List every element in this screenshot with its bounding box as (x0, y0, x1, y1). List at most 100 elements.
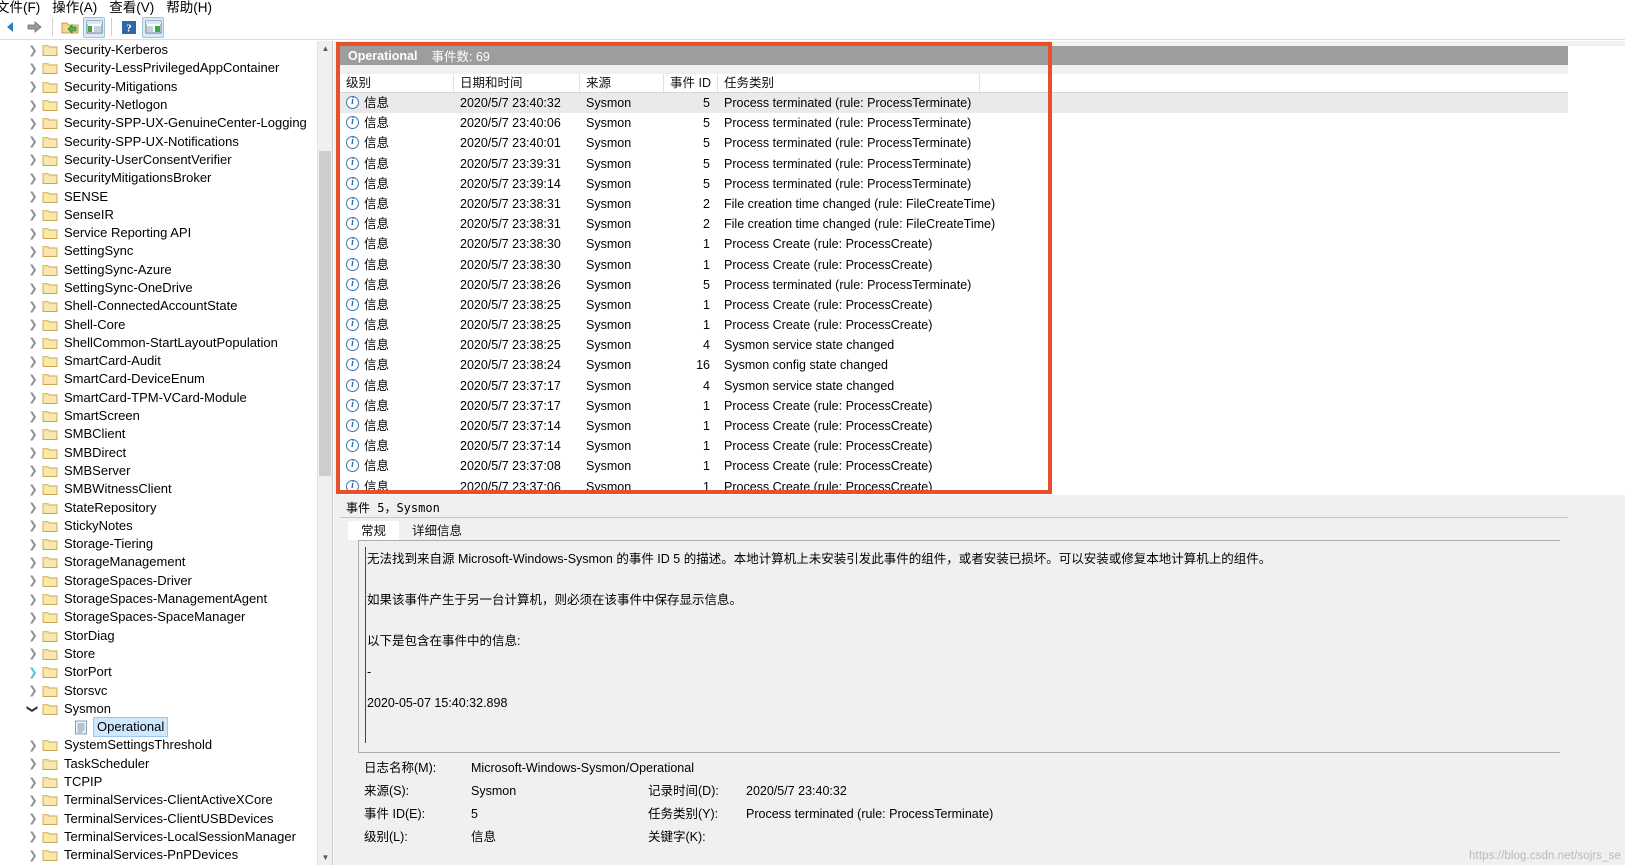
event-row[interactable]: 信息 2020/5/7 23:38:25 Sysmon 1 Process Create… (340, 315, 1568, 335)
tree-item-smartcard-tpm-vcard-module[interactable]: ❯ SmartCard-TPM-VCard-Module (0, 389, 332, 407)
back-arrow-icon[interactable] (0, 17, 22, 38)
event-row[interactable]: 信息 2020/5/7 23:38:24 Sysmon 16 Sysmon config… (340, 355, 1568, 375)
chevron-right-icon[interactable]: ❯ (26, 647, 40, 661)
tab-general[interactable]: 常规 (348, 521, 400, 540)
tree-item-shell-connectedaccountstate[interactable]: ❯ Shell-ConnectedAccountState (0, 297, 332, 315)
chevron-right-icon[interactable]: ❯ (26, 153, 40, 167)
chevron-right-icon[interactable]: ❯ (26, 501, 40, 515)
chevron-right-icon[interactable]: ❯ (26, 738, 40, 752)
event-row[interactable]: 信息 2020/5/7 23:38:25 Sysmon 4 Sysmon service… (340, 335, 1568, 355)
navigation-tree-pane[interactable]: ❯ Security-Kerberos ❯ Security-LessPrivileg… (0, 41, 333, 865)
column-header-4[interactable]: 任务类别 (718, 74, 980, 93)
event-row[interactable]: 信息 2020/5/7 23:37:17 Sysmon 4 Sysmon service… (340, 376, 1568, 396)
chevron-right-icon[interactable]: ❯ (26, 537, 40, 551)
tree-item-terminalservices-clientusbdevices[interactable]: ❯ TerminalServices-ClientUSBDevices (0, 809, 332, 827)
event-row[interactable]: 信息 2020/5/7 23:39:31 Sysmon 5 Process termin… (340, 154, 1568, 174)
chevron-right-icon[interactable]: ❯ (26, 555, 40, 569)
chevron-right-icon[interactable]: ❯ (26, 299, 40, 313)
tree-item-storage-tiering[interactable]: ❯ Storage-Tiering (0, 535, 332, 553)
tree-item-security-spp-ux-genuinecenter-logging[interactable]: ❯ Security-SPP-UX-GenuineCenter-Logging (0, 114, 332, 132)
tree-item-service-reporting-api[interactable]: ❯ Service Reporting API (0, 224, 332, 242)
tree-item-settingsync-onedrive[interactable]: ❯ SettingSync-OneDrive (0, 279, 332, 297)
tree-item-smartscreen[interactable]: ❯ SmartScreen (0, 407, 332, 425)
event-row[interactable]: 信息 2020/5/7 23:40:32 Sysmon 5 Process termin… (340, 93, 1568, 114)
tree-item-terminalservices-pnpdevices[interactable]: ❯ TerminalServices-PnPDevices (0, 846, 332, 864)
chevron-right-icon[interactable]: ❯ (26, 372, 40, 386)
tree-item-staterepository[interactable]: ❯ StateRepository (0, 498, 332, 516)
tree-item-storagemanagement[interactable]: ❯ StorageManagement (0, 553, 332, 571)
tree-item-smbserver[interactable]: ❯ SMBServer (0, 462, 332, 480)
help-question-icon[interactable]: ? (118, 17, 140, 38)
chevron-right-icon[interactable]: ❯ (26, 592, 40, 606)
chevron-right-icon[interactable]: ❯ (26, 482, 40, 496)
tree-scroll-up-icon[interactable]: ▲ (318, 41, 332, 56)
chevron-right-icon[interactable]: ❯ (26, 226, 40, 240)
chevron-right-icon[interactable]: ❯ (26, 43, 40, 57)
chevron-right-icon[interactable]: ❯ (26, 684, 40, 698)
tree-scrollbar-thumb[interactable] (319, 151, 331, 476)
column-header-1[interactable]: 日期和时间 (454, 74, 580, 93)
menu-item-view[interactable]: 查看(V) (109, 0, 166, 15)
chevron-right-icon[interactable]: ❯ (26, 812, 40, 826)
tree-item-shellcommon-startlayoutpopulation[interactable]: ❯ ShellCommon-StartLayoutPopulation (0, 334, 332, 352)
chevron-right-icon[interactable]: ❯ (26, 61, 40, 75)
tree-item-taskscheduler[interactable]: ❯ TaskScheduler (0, 755, 332, 773)
chevron-right-icon[interactable]: ❯ (26, 427, 40, 441)
chevron-right-icon[interactable]: ❯ (26, 409, 40, 423)
tree-item-smartcard-deviceenum[interactable]: ❯ SmartCard-DeviceEnum (0, 370, 332, 388)
event-row[interactable]: 信息 2020/5/7 23:40:01 Sysmon 5 Process termin… (340, 133, 1568, 153)
tree-item-security-mitigations[interactable]: ❯ Security-Mitigations (0, 78, 332, 96)
tree-item-storagespaces-managementagent[interactable]: ❯ StorageSpaces-ManagementAgent (0, 590, 332, 608)
tree-item-storagespaces-spacemanager[interactable]: ❯ StorageSpaces-SpaceManager (0, 608, 332, 626)
event-row[interactable]: 信息 2020/5/7 23:37:08 Sysmon 1 Process Create… (340, 456, 1568, 476)
tree-item-stickynotes[interactable]: ❯ StickyNotes (0, 517, 332, 535)
event-row[interactable]: 信息 2020/5/7 23:39:14 Sysmon 5 Process termin… (340, 174, 1568, 194)
tree-item-security-lessprivilegedappcontainer[interactable]: ❯ Security-LessPrivilegedAppContainer (0, 59, 332, 77)
chevron-right-icon[interactable]: ❯ (26, 135, 40, 149)
chevron-right-icon[interactable]: ❯ (26, 80, 40, 94)
tree-item-shell-core[interactable]: ❯ Shell-Core (0, 315, 332, 333)
tree-scroll-down-icon[interactable]: ▼ (318, 850, 332, 865)
tree-item-smbwitnessclient[interactable]: ❯ SMBWitnessClient (0, 480, 332, 498)
tree-item-securitymitigationsbroker[interactable]: ❯ SecurityMitigationsBroker (0, 169, 332, 187)
chevron-right-icon[interactable]: ❯ (26, 775, 40, 789)
tree-item-stordiag[interactable]: ❯ StorDiag (0, 627, 332, 645)
event-row[interactable]: 信息 2020/5/7 23:37:17 Sysmon 1 Process Create… (340, 396, 1568, 416)
tree-item-security-kerberos[interactable]: ❯ Security-Kerberos (0, 41, 332, 59)
chevron-right-icon[interactable]: ❯ (26, 208, 40, 222)
chevron-right-icon[interactable]: ❯ (26, 281, 40, 295)
chevron-right-icon[interactable]: ❯ (26, 848, 40, 862)
tab-details[interactable]: 详细信息 (399, 521, 476, 540)
chevron-right-icon[interactable]: ❯ (26, 629, 40, 643)
event-row[interactable]: 信息 2020/5/7 23:37:14 Sysmon 1 Process Create… (340, 416, 1568, 436)
event-row[interactable]: 信息 2020/5/7 23:37:14 Sysmon 1 Process Create… (340, 436, 1568, 456)
chevron-right-icon[interactable]: ❯ (26, 464, 40, 478)
event-row[interactable]: 信息 2020/5/7 23:40:06 Sysmon 5 Process termin… (340, 113, 1568, 133)
event-row[interactable]: 信息 2020/5/7 23:38:25 Sysmon 1 Process Create… (340, 295, 1568, 315)
tree-item-terminalservices-clientactivexcore[interactable]: ❯ TerminalServices-ClientActiveXCore (0, 791, 332, 809)
show-pane-icon[interactable] (83, 16, 105, 38)
open-folder-icon[interactable] (59, 17, 81, 38)
forward-arrow-icon[interactable] (24, 17, 46, 38)
menu-item-help[interactable]: 帮助(H) (166, 0, 224, 15)
menu-item-file[interactable]: 文件(F) (0, 0, 52, 15)
tree-item-smbdirect[interactable]: ❯ SMBDirect (0, 444, 332, 462)
tree-item-systemsettingsthreshold[interactable]: ❯ SystemSettingsThreshold (0, 736, 332, 754)
chevron-right-icon[interactable]: ❯ (26, 354, 40, 368)
chevron-right-icon[interactable]: ❯ (26, 190, 40, 204)
event-list-column-headers[interactable]: 级别 日期和时间 来源 事件 ID 任务类别 (340, 74, 1568, 93)
chevron-right-icon[interactable]: ❯ (26, 244, 40, 258)
menu-item-action[interactable]: 操作(A) (52, 0, 109, 15)
tree-item-store[interactable]: ❯ Store (0, 645, 332, 663)
tree-item-settingsync[interactable]: ❯ SettingSync (0, 242, 332, 260)
tree-item-security-userconsentverifier[interactable]: ❯ Security-UserConsentVerifier (0, 151, 332, 169)
chevron-right-icon[interactable]: ❯ (26, 171, 40, 185)
tree-item-smartcard-audit[interactable]: ❯ SmartCard-Audit (0, 352, 332, 370)
event-row[interactable]: 信息 2020/5/7 23:38:30 Sysmon 1 Process Create… (340, 255, 1568, 275)
column-header-0[interactable]: 级别 (340, 74, 454, 93)
tree-item-security-spp-ux-notifications[interactable]: ❯ Security-SPP-UX-Notifications (0, 132, 332, 150)
chevron-down-icon[interactable]: ❯ (26, 702, 40, 716)
chevron-right-icon[interactable]: ❯ (26, 391, 40, 405)
chevron-right-icon[interactable]: ❯ (26, 757, 40, 771)
tree-item-senseir[interactable]: ❯ SenseIR (0, 206, 332, 224)
